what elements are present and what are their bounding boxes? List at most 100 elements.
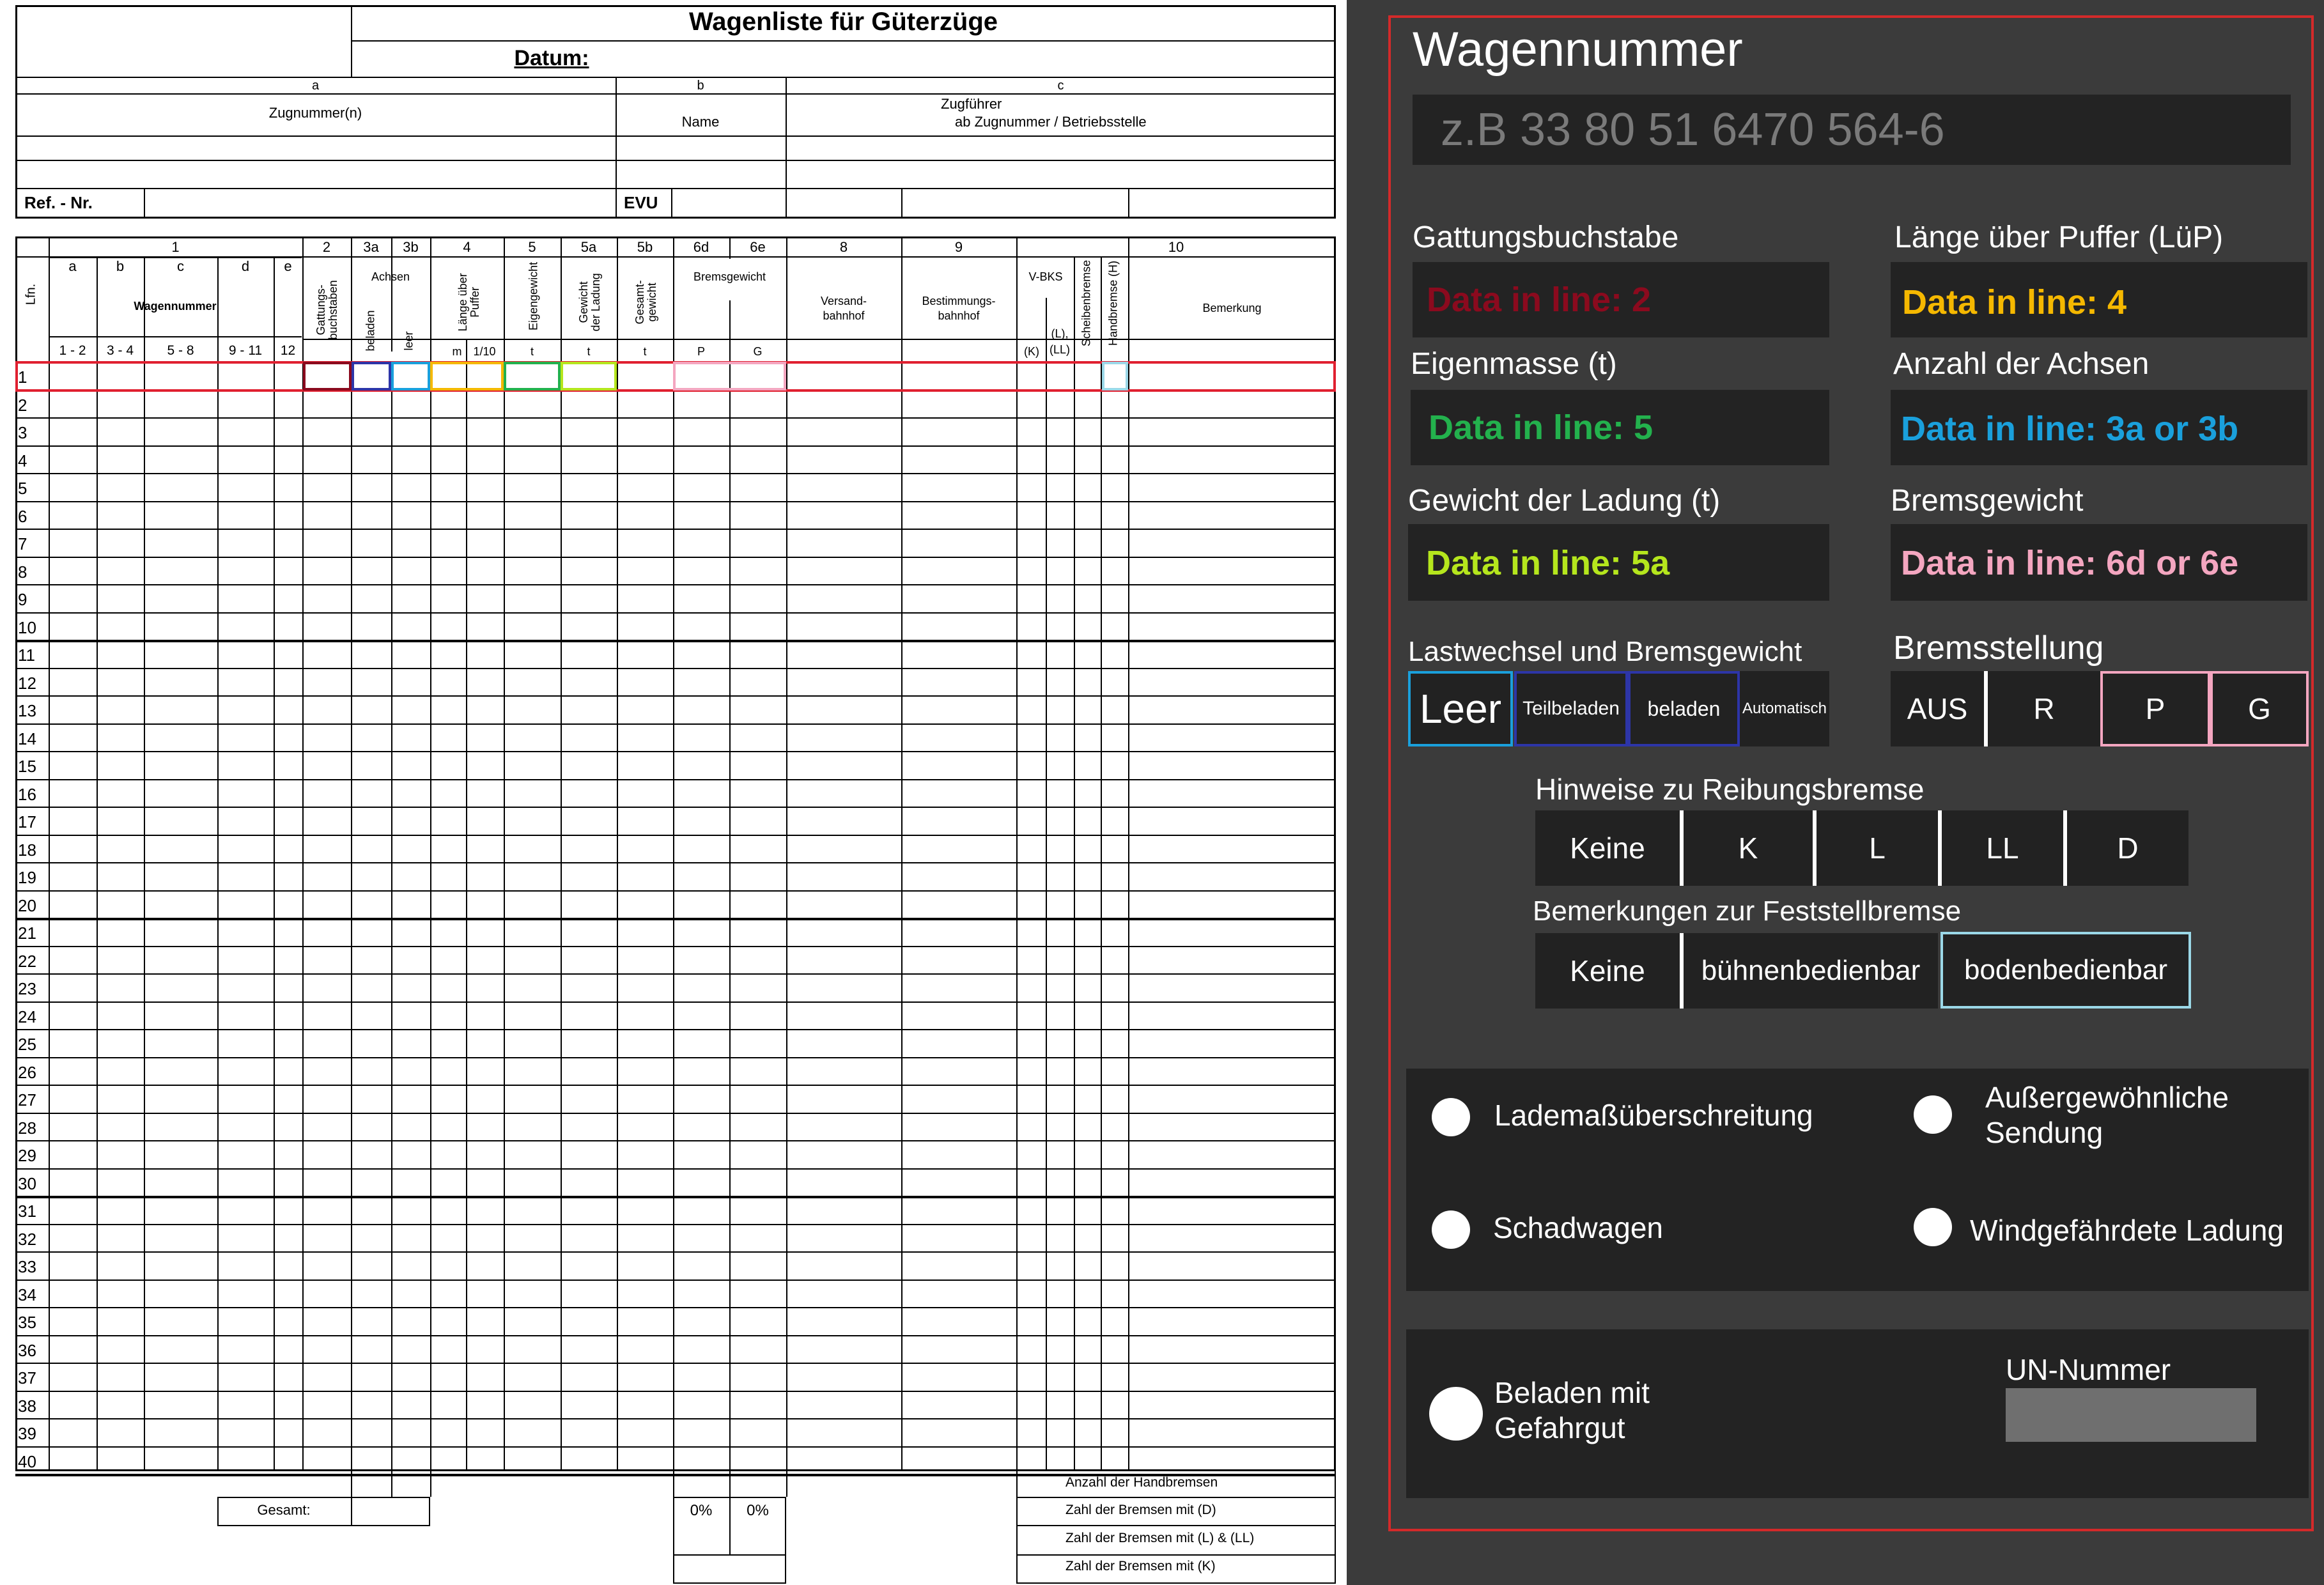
row-number: 26 (18, 1063, 36, 1082)
lfn-header: Lfn. (24, 283, 38, 305)
windgefaehrdet-radio[interactable] (1914, 1208, 1952, 1246)
bemerkung-header: Bemerkung (1202, 302, 1262, 314)
brems-field[interactable]: Data in line: 6d or 6e (1891, 524, 2307, 601)
row-number: 27 (18, 1090, 36, 1110)
gattung-value: Data in line: 2 (1427, 281, 1652, 319)
aussergewoehnlich-label: Außergewöhnliche Sendung (1985, 1081, 2229, 1150)
lastwechsel-beladen-button[interactable]: beladen (1628, 671, 1740, 746)
row-number: 17 (18, 812, 36, 831)
handbremse-highlight (1102, 362, 1128, 390)
laenge-field[interactable]: Data in line: 4 (1891, 262, 2307, 337)
colnum-6e: 6e (750, 239, 766, 255)
row-number: 38 (18, 1396, 36, 1416)
schadwagen-radio[interactable] (1432, 1210, 1470, 1249)
sub-letter-c: c (177, 258, 184, 274)
reibung-d-button[interactable]: D (2067, 810, 2188, 886)
lastwechsel-automatisch-button[interactable]: Automatisch (1740, 671, 1829, 746)
row-number: 7 (18, 534, 27, 553)
eigenmasse-value: Data in line: 5 (1429, 408, 1654, 447)
row-number: 36 (18, 1341, 36, 1360)
zahl-bremsen-l-ll: Zahl der Bremsen mit (L) & (LL) (1065, 1531, 1255, 1545)
bremsgewicht-header: Bremsgewicht (693, 270, 766, 283)
reibung-keine-button[interactable]: Keine (1535, 810, 1680, 886)
col5-highlight (504, 362, 561, 390)
gattung-field[interactable]: Data in line: 2 (1413, 262, 1829, 337)
row-number: 24 (18, 1007, 36, 1026)
row-number: 4 (18, 451, 27, 470)
ladung-label: Gewicht der Ladung (t) (1408, 484, 1721, 518)
bremsstellung-p-button[interactable]: P (2100, 671, 2210, 746)
bremsstellung-r-button[interactable]: R (1988, 671, 2100, 746)
feststell-keine-button[interactable]: Keine (1535, 933, 1680, 1009)
achsen-field[interactable]: Data in line: 3a or 3b (1891, 390, 2307, 465)
col-b-label: b (697, 79, 704, 93)
lademass-radio[interactable] (1432, 1098, 1470, 1136)
zahl-bremsen-k: Zahl der Bremsen mit (K) (1065, 1559, 1216, 1573)
sub-letter-a: a (68, 258, 77, 274)
scheibenbremse-header: Scheibenbremse (1080, 259, 1093, 346)
lastwechsel-teilbeladen-button[interactable]: Teilbeladen (1514, 671, 1628, 746)
bremsstellung-g-button[interactable]: G (2210, 671, 2309, 746)
row-number: 30 (18, 1174, 36, 1193)
sub-letter-b: b (116, 258, 125, 274)
row-number: 33 (18, 1257, 36, 1276)
laenge-header: Länge über Puffer (456, 273, 481, 332)
gesamt-label: Gesamt: (257, 1502, 311, 1518)
aussergewoehnlich-radio[interactable] (1914, 1095, 1952, 1134)
eigenmasse-field[interactable]: Data in line: 5 (1411, 390, 1829, 465)
unit-tenth: 1/10 (473, 345, 496, 358)
achsen-label: Anzahl der Achsen (1893, 347, 2150, 381)
ab-zugnummer-label: ab Zugnummer / Betriebsstelle (955, 114, 1147, 130)
bremsstellung-label: Bremsstellung (1893, 630, 2104, 667)
wagennummer-input[interactable] (1413, 95, 2291, 165)
windgefaehrdet-label: Windgefährdete Ladung (1970, 1214, 2284, 1247)
datum-label: Datum: (514, 46, 589, 70)
row-number: 21 (18, 924, 36, 943)
unit-k: (K) (1024, 345, 1039, 358)
digit-group: 1 - 2 (59, 343, 86, 358)
row-number: 14 (18, 729, 36, 748)
gattung-header: Gattungs- buchstaben (314, 280, 339, 340)
feststell-bodenbedienbar-button[interactable]: bodenbedienbar (1941, 932, 2191, 1009)
pct-p: 0% (690, 1502, 713, 1519)
schadwagen-label: Schadwagen (1493, 1211, 1663, 1244)
un-nummer-label: UN-Nummer (2006, 1353, 2171, 1386)
vbks-header: V-BKS (1028, 270, 1063, 283)
reibung-ll-button[interactable]: LL (1942, 810, 2063, 886)
col3b-highlight (391, 362, 430, 390)
handbremse-header: Handbremse (H) (1106, 260, 1120, 346)
feststell-buehnenbedienbar-button[interactable]: bühnenbedienbar (1684, 933, 1938, 1009)
brems-value: Data in line: 6d or 6e (1901, 544, 2239, 582)
lastwechsel-leer-button[interactable]: Leer (1408, 671, 1513, 746)
digit-group: 5 - 8 (167, 343, 194, 358)
digit-group: 12 (280, 343, 296, 358)
ladung-field[interactable]: Data in line: 5a (1408, 524, 1829, 601)
row-number: 12 (18, 674, 36, 693)
row-number: 25 (18, 1035, 36, 1054)
bremsstellung-aus-button[interactable]: AUS (1891, 671, 1984, 746)
unit-g: G (753, 345, 763, 358)
col-c-label: c (1057, 79, 1064, 93)
reibung-label: Hinweise zu Reibungsbremse (1535, 773, 1925, 806)
un-nummer-input[interactable] (2006, 1388, 2256, 1442)
row-number: 19 (18, 868, 36, 887)
row-number: 39 (18, 1424, 36, 1443)
col5a-highlight (561, 362, 617, 390)
col2-highlight (303, 362, 352, 390)
colnum-8: 8 (839, 239, 848, 255)
gefahrgut-radio[interactable] (1429, 1387, 1483, 1441)
wagennummer-header: Wagennummer (134, 300, 217, 313)
ref-nr-label: Ref. - Nr. (24, 193, 93, 212)
row-number: 35 (18, 1313, 36, 1332)
achsen-value: Data in line: 3a or 3b (1901, 410, 2239, 448)
name-label: Name (681, 114, 720, 130)
row-number: 40 (18, 1452, 36, 1471)
gefahrgut-label: Beladen mit Gefahrgut (1494, 1376, 1650, 1445)
row-number: 22 (18, 952, 36, 971)
row-number: 37 (18, 1368, 36, 1388)
eigengewicht-header: Eigengewicht (527, 261, 540, 330)
row-number: 2 (18, 396, 27, 415)
unit-t-5b: t (643, 345, 647, 358)
reibung-k-button[interactable]: K (1684, 810, 1813, 886)
reibung-l-button[interactable]: L (1817, 810, 1938, 886)
